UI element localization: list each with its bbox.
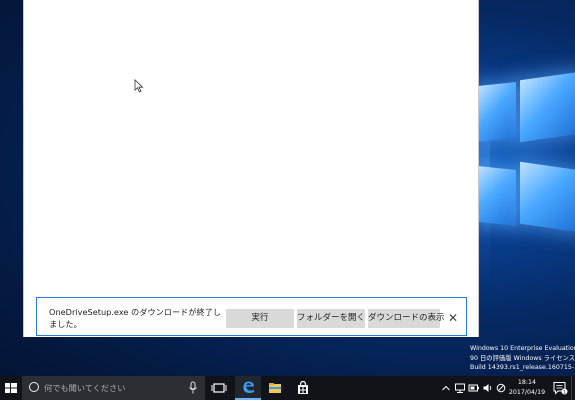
volume-icon[interactable] <box>482 376 494 400</box>
mouse-cursor-icon <box>134 79 144 93</box>
taskbar: 何でも聞いてください 18:14 2017/04/19 1 <box>0 376 575 400</box>
task-view-icon[interactable] <box>206 376 232 400</box>
view-downloads-button[interactable]: ダウンロードの表示 <box>368 309 445 328</box>
search-icon <box>29 382 39 392</box>
close-icon[interactable]: ✕ <box>445 310 461 326</box>
microphone-icon[interactable] <box>187 381 199 395</box>
edge-browser-window[interactable]: OneDriveSetup.exe のダウンロードが終了しました。 実行 フォル… <box>23 0 479 337</box>
clock-time: 18:14 <box>517 379 537 386</box>
battery-icon[interactable] <box>468 376 480 400</box>
windows-logo-wallpaper <box>478 71 575 256</box>
evaluation-watermark: Windows 10 Enterprise Evaluation 90 日の評価… <box>470 344 575 373</box>
download-notification-bar: OneDriveSetup.exe のダウンロードが終了しました。 実行 フォル… <box>36 297 467 336</box>
windows-start-icon[interactable] <box>0 376 22 400</box>
notification-badge: 1 <box>563 389 566 395</box>
system-clock[interactable]: 18:14 2017/04/19 <box>506 378 548 397</box>
watermark-build: Build 14393.rs1_release.160715-1616 <box>470 364 575 372</box>
search-box[interactable]: 何でも聞いてください <box>22 376 205 400</box>
watermark-license: 90 日の評価版 Windows ライセンス <box>470 354 575 362</box>
edge-icon[interactable] <box>235 376 261 400</box>
clock-date: 2017/04/19 <box>508 388 546 396</box>
run-button[interactable]: 実行 <box>226 309 294 328</box>
open-folder-button[interactable]: フォルダーを開く <box>297 309 365 328</box>
action-center-icon[interactable]: 1 <box>552 381 568 395</box>
file-explorer-icon[interactable] <box>262 376 288 400</box>
download-message: OneDriveSetup.exe のダウンロードが終了しました。 <box>49 307 222 329</box>
chevron-up-icon[interactable] <box>440 376 452 400</box>
network-icon[interactable] <box>454 376 466 400</box>
show-desktop-button[interactable] <box>571 376 575 400</box>
watermark-edition: Windows 10 Enterprise Evaluation <box>470 345 575 352</box>
search-placeholder: 何でも聞いてください <box>44 383 126 393</box>
store-icon[interactable] <box>290 376 316 400</box>
